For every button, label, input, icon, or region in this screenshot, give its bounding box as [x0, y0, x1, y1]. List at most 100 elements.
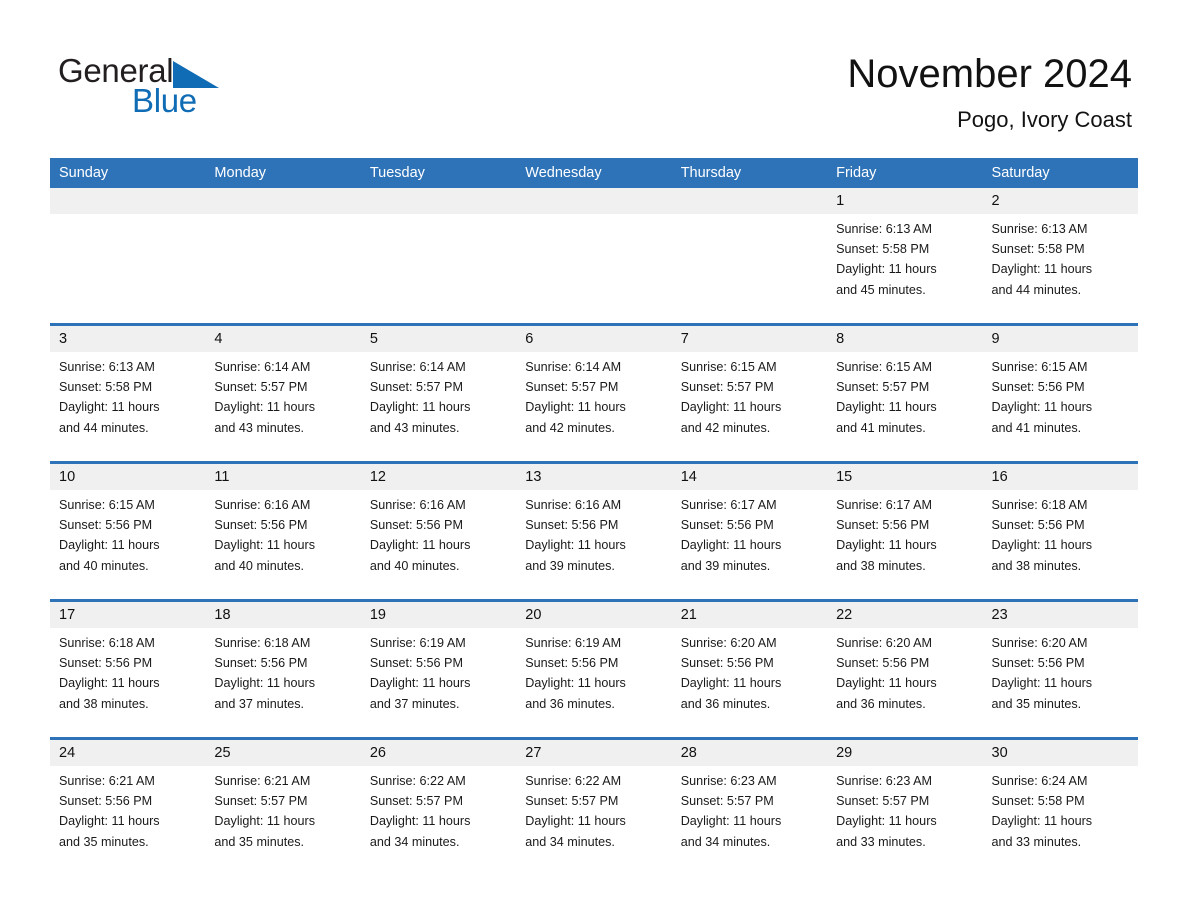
day-detail-line: Daylight: 11 hours — [836, 538, 937, 553]
day-number[interactable]: 18 — [205, 602, 360, 628]
day-detail-line: and 34 minutes. — [369, 834, 460, 849]
day-cell[interactable]: Sunrise: 6:16 AM Sunset: 5:56 PM Daylight:… — [516, 490, 671, 599]
day-cell[interactable]: Sunrise: 6:20 AM Sunset: 5:56 PM Daylight:… — [827, 628, 982, 737]
day-detail-line: Daylight: 11 hours — [991, 814, 1093, 829]
day-detail-line: Sunset: 5:56 PM — [369, 518, 463, 533]
day-cell-empty — [205, 214, 360, 323]
day-detail-line: and 39 minutes. — [525, 558, 615, 573]
day-number[interactable]: 30 — [983, 740, 1138, 766]
day-number[interactable]: 22 — [827, 602, 982, 628]
day-number-empty — [205, 188, 360, 214]
day-cell[interactable]: Sunrise: 6:16 AM Sunset: 5:56 PM Daylight:… — [361, 490, 516, 599]
day-number[interactable]: 16 — [983, 464, 1138, 490]
day-number[interactable]: 17 — [50, 602, 205, 628]
day-cell[interactable]: Sunrise: 6:19 AM Sunset: 5:56 PM Daylight:… — [361, 628, 516, 737]
day-number[interactable]: 14 — [672, 464, 827, 490]
day-number[interactable]: 24 — [50, 740, 205, 766]
day-number-empty — [516, 188, 671, 214]
day-cell[interactable]: Sunrise: 6:18 AM Sunset: 5:56 PM Daylight:… — [205, 628, 360, 737]
day-number[interactable]: 27 — [516, 740, 671, 766]
day-detail-line: and 36 minutes. — [525, 696, 615, 711]
day-number[interactable]: 23 — [983, 602, 1138, 628]
weekday-header-thursday: Thursday — [680, 165, 742, 181]
day-cell[interactable]: Sunrise: 6:14 AM Sunset: 5:57 PM Daylight:… — [205, 352, 360, 461]
day-number[interactable]: 28 — [672, 740, 827, 766]
day-detail-band: Sunrise: 6:13 AM Sunset: 5:58 PM Daylight:… — [50, 214, 1138, 323]
day-detail-line: Daylight: 11 hours — [680, 814, 782, 829]
day-cell[interactable]: Sunrise: 6:13 AM Sunset: 5:58 PM Daylight:… — [50, 352, 205, 461]
day-detail-line: Sunset: 5:56 PM — [991, 656, 1085, 671]
day-detail-line: Sunset: 5:57 PM — [680, 794, 774, 809]
day-detail-line: Daylight: 11 hours — [214, 538, 315, 553]
brand-logo[interactable]: General Blue — [58, 52, 398, 132]
day-cell[interactable]: Sunrise: 6:23 AM Sunset: 5:57 PM Daylight:… — [827, 766, 982, 875]
day-number[interactable]: 7 — [672, 326, 827, 352]
day-number[interactable]: 4 — [205, 326, 360, 352]
day-number[interactable]: 12 — [361, 464, 516, 490]
day-number[interactable]: 5 — [361, 326, 516, 352]
day-cell[interactable]: Sunrise: 6:21 AM Sunset: 5:57 PM Daylight:… — [205, 766, 360, 875]
day-number[interactable]: 21 — [672, 602, 827, 628]
day-cell[interactable]: Sunrise: 6:24 AM Sunset: 5:58 PM Daylight:… — [983, 766, 1138, 875]
day-detail-line: and 33 minutes. — [836, 834, 926, 849]
day-cell-empty — [361, 214, 516, 323]
day-number[interactable]: 20 — [516, 602, 671, 628]
day-cell[interactable]: Sunrise: 6:19 AM Sunset: 5:56 PM Daylight:… — [516, 628, 671, 737]
day-cell[interactable]: Sunrise: 6:14 AM Sunset: 5:57 PM Daylight:… — [361, 352, 516, 461]
day-detail-line: Daylight: 11 hours — [836, 262, 937, 277]
day-detail-line: Daylight: 11 hours — [525, 400, 626, 415]
day-cell[interactable]: Sunrise: 6:22 AM Sunset: 5:57 PM Daylight:… — [361, 766, 516, 875]
day-number[interactable]: 25 — [205, 740, 360, 766]
day-cell[interactable]: Sunrise: 6:14 AM Sunset: 5:57 PM Daylight:… — [516, 352, 671, 461]
day-cell[interactable]: Sunrise: 6:15 AM Sunset: 5:56 PM Daylight:… — [983, 352, 1138, 461]
day-detail-line: Daylight: 11 hours — [525, 676, 626, 691]
day-detail-line: Sunset: 5:56 PM — [836, 656, 930, 671]
day-cell[interactable]: Sunrise: 6:15 AM Sunset: 5:57 PM Daylight:… — [672, 352, 827, 461]
day-cell[interactable]: Sunrise: 6:15 AM Sunset: 5:56 PM Daylight:… — [50, 490, 205, 599]
day-detail-line: Sunset: 5:57 PM — [214, 380, 308, 395]
day-detail-line: Daylight: 11 hours — [59, 400, 160, 415]
day-cell[interactable]: Sunrise: 6:20 AM Sunset: 5:56 PM Daylight:… — [983, 628, 1138, 737]
day-cell[interactable]: Sunrise: 6:17 AM Sunset: 5:56 PM Daylight:… — [827, 490, 982, 599]
day-cell[interactable]: Sunrise: 6:13 AM Sunset: 5:58 PM Daylight:… — [827, 214, 982, 323]
day-number[interactable]: 10 — [50, 464, 205, 490]
day-number[interactable]: 1 — [827, 188, 982, 214]
day-cell[interactable]: Sunrise: 6:21 AM Sunset: 5:56 PM Daylight:… — [50, 766, 205, 875]
day-cell[interactable]: Sunrise: 6:13 AM Sunset: 5:58 PM Daylight:… — [983, 214, 1138, 323]
day-number[interactable]: 3 — [50, 326, 205, 352]
day-number-empty — [361, 188, 516, 214]
day-number[interactable]: 29 — [827, 740, 982, 766]
day-cell[interactable]: Sunrise: 6:16 AM Sunset: 5:56 PM Daylight:… — [205, 490, 360, 599]
day-number[interactable]: 6 — [516, 326, 671, 352]
day-cell[interactable]: Sunrise: 6:20 AM Sunset: 5:56 PM Daylight:… — [672, 628, 827, 737]
day-detail-line: Daylight: 11 hours — [991, 676, 1093, 691]
day-cell[interactable]: Sunrise: 6:17 AM Sunset: 5:56 PM Daylight:… — [672, 490, 827, 599]
day-detail-band: Sunrise: 6:13 AM Sunset: 5:58 PM Daylight:… — [50, 352, 1138, 461]
day-detail-line: Sunrise: 6:13 AM — [59, 360, 155, 374]
day-detail-line: Daylight: 11 hours — [369, 814, 471, 829]
day-number[interactable]: 19 — [361, 602, 516, 628]
day-number[interactable]: 11 — [205, 464, 360, 490]
day-detail-line: Sunrise: 6:14 AM — [369, 360, 466, 374]
day-detail-line: and 43 minutes. — [369, 420, 460, 435]
weekday-header-sunday: Sunday — [59, 165, 109, 181]
day-number[interactable]: 26 — [361, 740, 516, 766]
day-detail-line: and 39 minutes. — [680, 558, 771, 573]
day-cell[interactable]: Sunrise: 6:18 AM Sunset: 5:56 PM Daylight:… — [50, 628, 205, 737]
day-cell[interactable]: Sunrise: 6:22 AM Sunset: 5:57 PM Daylight:… — [516, 766, 671, 875]
day-number[interactable]: 2 — [983, 188, 1138, 214]
day-number[interactable]: 8 — [827, 326, 982, 352]
day-cell[interactable]: Sunrise: 6:18 AM Sunset: 5:56 PM Daylight:… — [983, 490, 1138, 599]
day-cell[interactable]: Sunrise: 6:23 AM Sunset: 5:57 PM Daylight:… — [672, 766, 827, 875]
brand-top-line: General — [58, 52, 398, 90]
day-detail-line: Sunrise: 6:19 AM — [525, 636, 622, 650]
day-detail-line: Sunrise: 6:21 AM — [214, 774, 311, 788]
day-number[interactable]: 9 — [983, 326, 1138, 352]
day-detail-line: and 38 minutes. — [991, 558, 1082, 573]
day-detail-line: and 37 minutes. — [214, 696, 305, 711]
day-number[interactable]: 13 — [516, 464, 671, 490]
day-cell[interactable]: Sunrise: 6:15 AM Sunset: 5:57 PM Daylight:… — [827, 352, 982, 461]
weekday-header-friday: Friday — [836, 165, 877, 181]
day-number-band: 17 18 19 20 21 22 23 — [50, 602, 1138, 628]
day-number[interactable]: 15 — [827, 464, 982, 490]
